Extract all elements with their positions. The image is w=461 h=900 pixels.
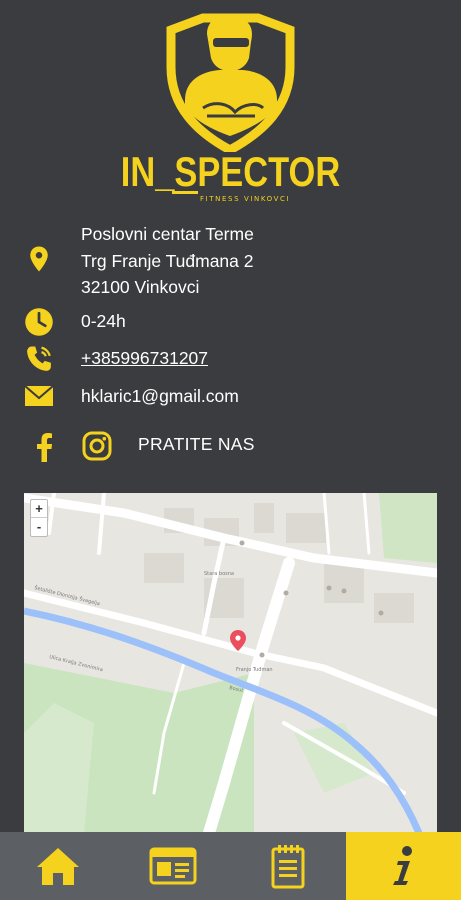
tab-schedule[interactable] [231,832,346,900]
map-canvas[interactable]: Šetalište Dionizija Švagelja Ulica Kralj… [24,493,437,833]
address-row: Poslovni centar Terme Trg Franje Tuđmana… [0,220,461,302]
map-label-poi: Stara bosna [204,571,234,577]
tab-membership[interactable] [115,832,230,900]
clipboard-icon [271,845,305,889]
brand-tagline: FITNESS VINKOVCI [200,195,291,203]
brand-underscore [172,191,198,194]
location-pin-icon [30,246,48,272]
brand-logo: IN_SPECTOR FITNESS VINKOVCI [0,0,461,215]
clock-icon [25,308,53,336]
tab-home[interactable] [0,832,115,900]
address-line3: 32100 Vinkovci [81,277,200,297]
phone-row[interactable]: +385996731207 [0,344,461,374]
map-label-square: Franjo Tuđman [236,667,273,673]
address-text: Poslovni centar Terme Trg Franje Tuđmana… [81,221,254,301]
social-row: PRATITE NAS [0,428,461,464]
hours-row: 0-24h [0,307,461,337]
tab-info[interactable] [345,832,461,900]
home-icon [36,848,79,885]
address-line2: Trg Franje Tuđmana 2 [81,250,254,271]
instagram-icon[interactable] [82,431,112,461]
shield-logo-icon [166,13,295,152]
envelope-icon [24,385,54,406]
email-row[interactable]: hklaric1@gmail.com [0,382,461,412]
info-icon [393,846,413,885]
hours-text: 0-24h [81,311,126,331]
phone-icon [27,346,51,371]
location-map[interactable]: Šetalište Dionizija Švagelja Ulica Kralj… [24,493,437,833]
zoom-in-button[interactable]: + [31,500,47,518]
zoom-out-button[interactable]: - [31,518,47,536]
follow-us-label: PRATITE NAS [138,434,255,454]
id-card-icon [149,847,197,885]
phone-number[interactable]: +385996731207 [81,348,208,368]
facebook-icon[interactable] [34,432,54,462]
address-line1: Poslovni centar Terme [81,224,254,244]
phone-link[interactable]: +385996731207 [81,345,208,372]
email-text[interactable]: hklaric1@gmail.com [81,383,239,410]
brand-name: IN_SPECTOR [120,148,341,195]
bottom-tab-bar [0,832,461,900]
map-zoom-controls: + - [30,499,48,537]
